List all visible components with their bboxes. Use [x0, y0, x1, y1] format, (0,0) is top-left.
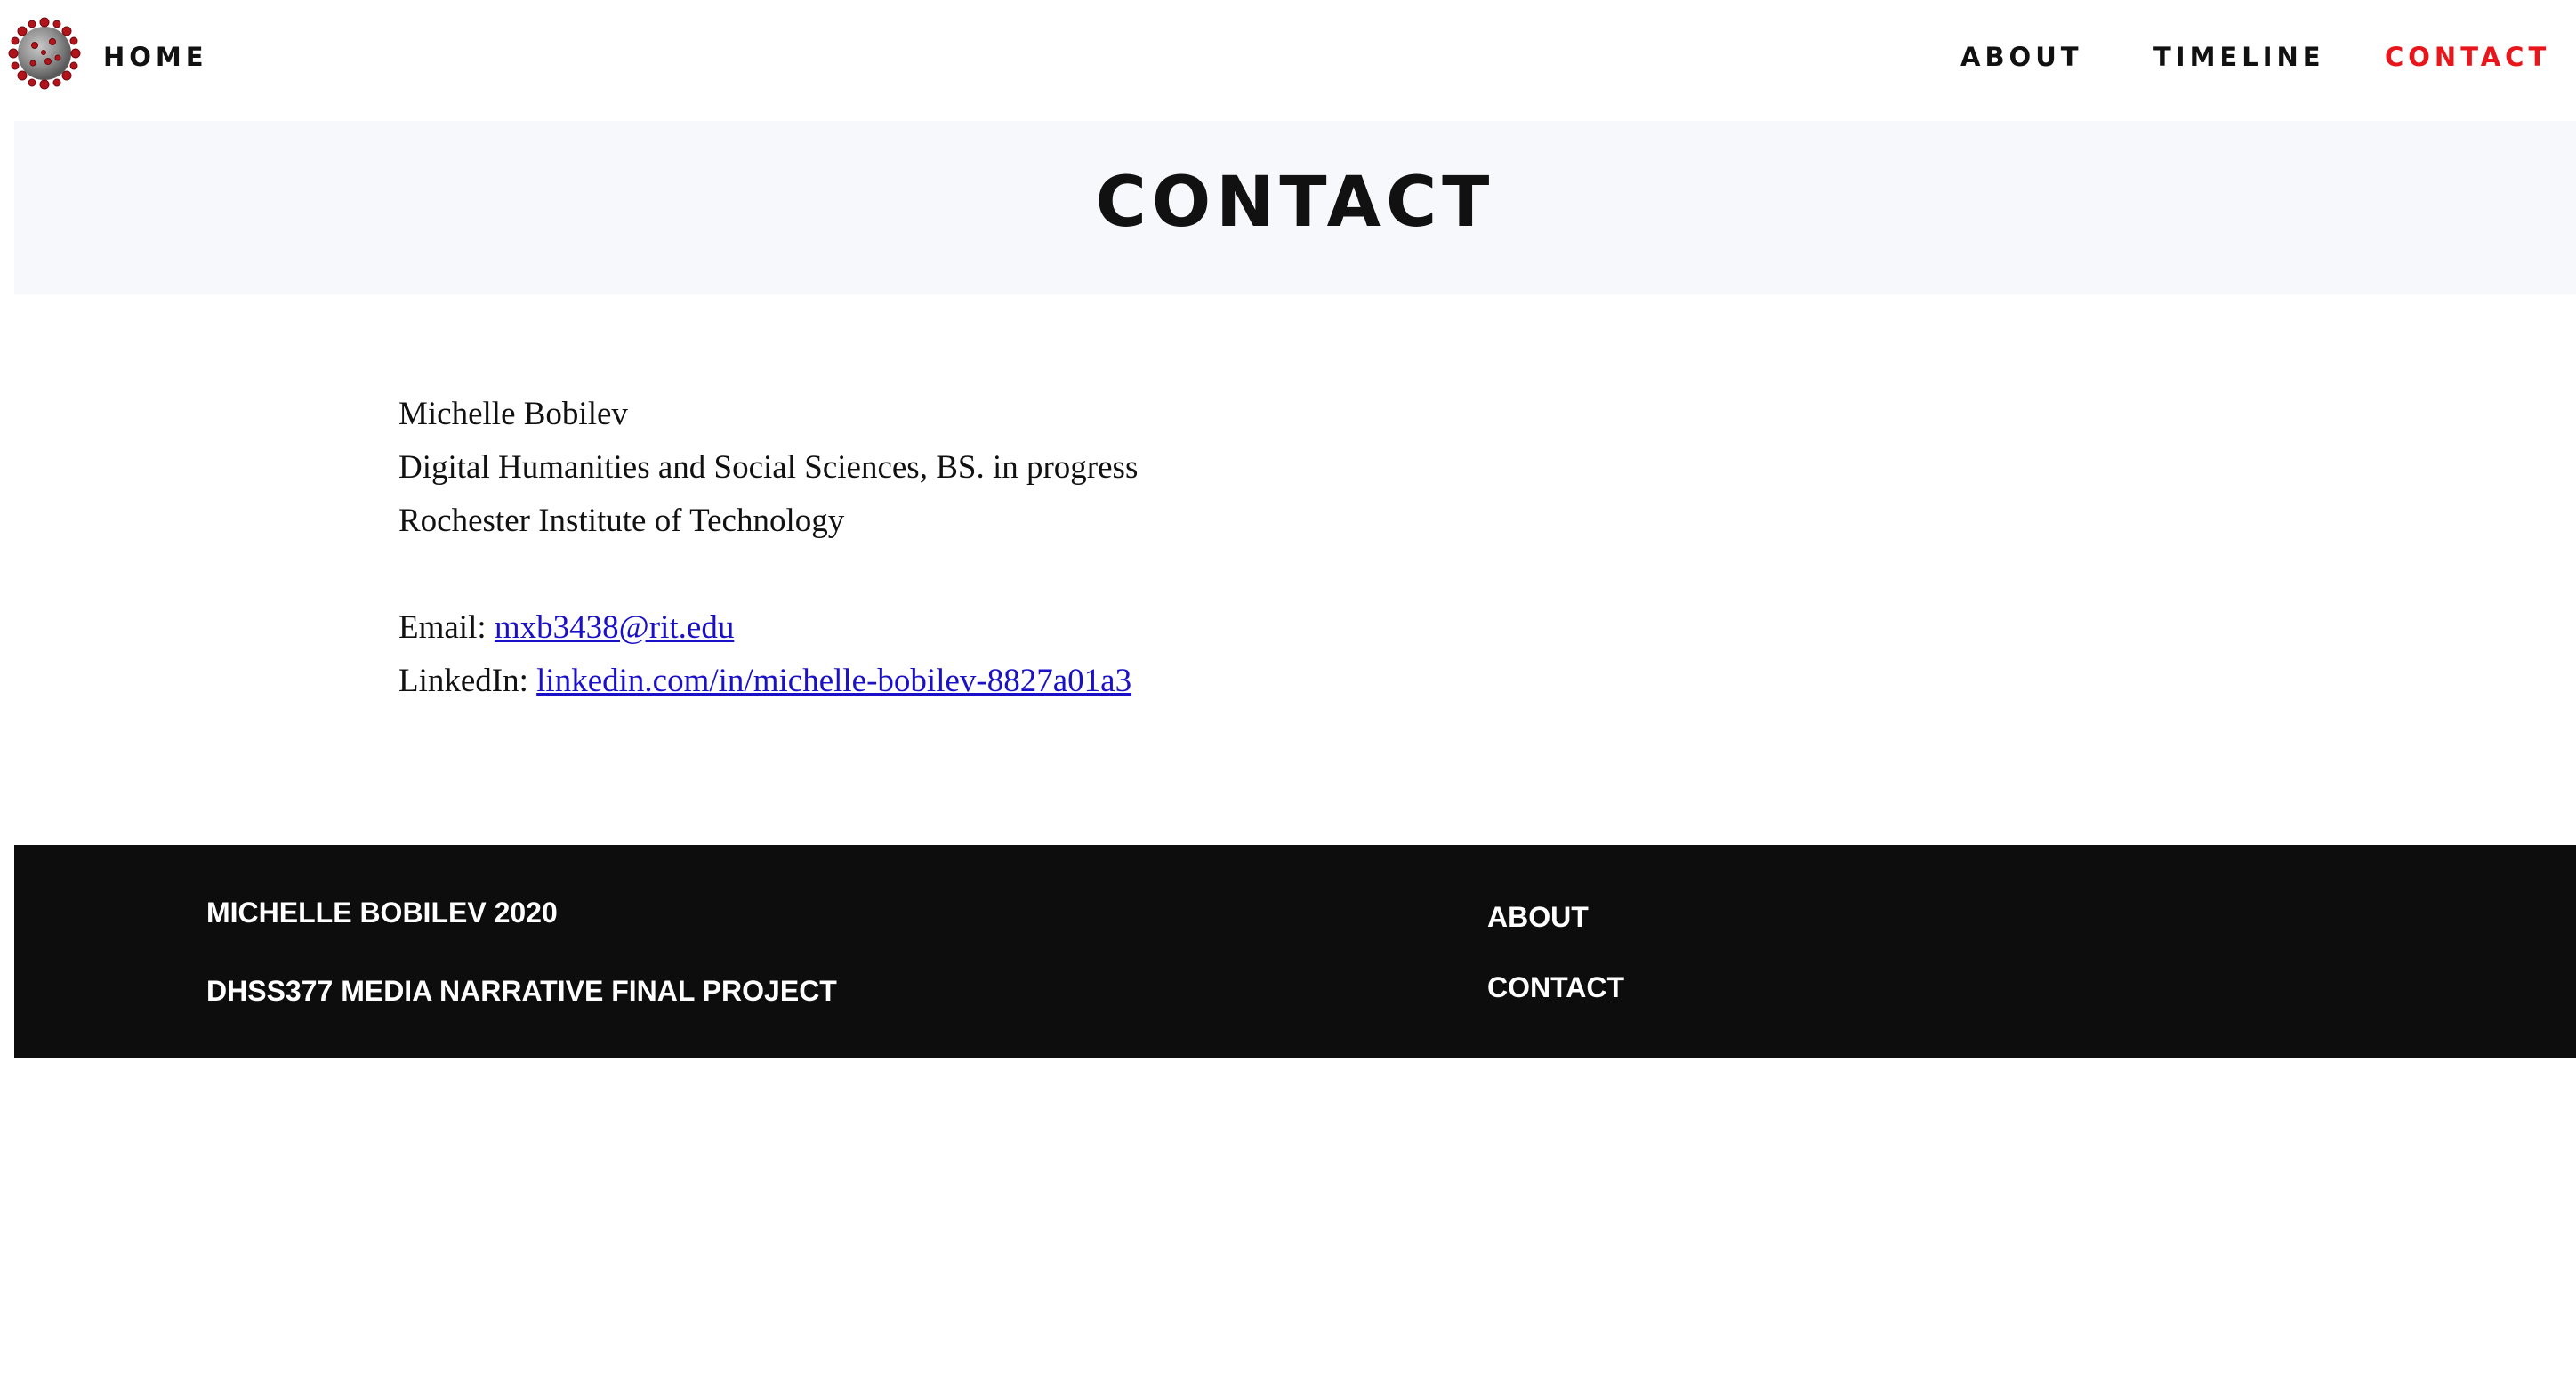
- email-link[interactable]: mxb3438@rit.edu: [495, 609, 734, 646]
- virus-icon[interactable]: [8, 17, 81, 90]
- linkedin-label: LinkedIn:: [398, 663, 537, 699]
- nav-timeline-link[interactable]: TIMELINE: [2153, 39, 2325, 75]
- contact-name: Michelle Bobilev: [398, 396, 628, 432]
- nav-home-link[interactable]: HOME: [103, 39, 208, 75]
- top-navigation: HOME ABOUT TIMELINE CONTACT: [0, 0, 2576, 116]
- page-header-banner: CONTACT: [14, 121, 2576, 294]
- footer: MICHELLE BOBILEV 2020 DHSS377 MEDIA NARR…: [14, 845, 2576, 1058]
- contact-degree: Digital Humanities and Social Sciences, …: [398, 449, 1139, 486]
- email-row: Email: mxb3438@rit.edu: [398, 601, 1822, 655]
- footer-copyright: MICHELLE BOBILEV 2020: [206, 897, 558, 929]
- footer-about-link[interactable]: ABOUT: [1487, 899, 1589, 935]
- contact-school: Rochester Institute of Technology: [398, 503, 845, 539]
- contact-info: Michelle Bobilev Digital Humanities and …: [398, 388, 1822, 708]
- page-title: CONTACT: [1095, 163, 1495, 243]
- nav-about-link[interactable]: ABOUT: [1960, 39, 2083, 75]
- nav-contact-link[interactable]: CONTACT: [2385, 39, 2550, 75]
- email-label: Email:: [398, 609, 495, 646]
- linkedin-link[interactable]: linkedin.com/in/michelle-bobilev-8827a01…: [536, 663, 1131, 699]
- footer-project-title: DHSS377 MEDIA NARRATIVE FINAL PROJECT: [206, 975, 837, 1007]
- footer-contact-link[interactable]: CONTACT: [1487, 970, 1624, 1005]
- linkedin-row: LinkedIn: linkedin.com/in/michelle-bobil…: [398, 655, 1822, 708]
